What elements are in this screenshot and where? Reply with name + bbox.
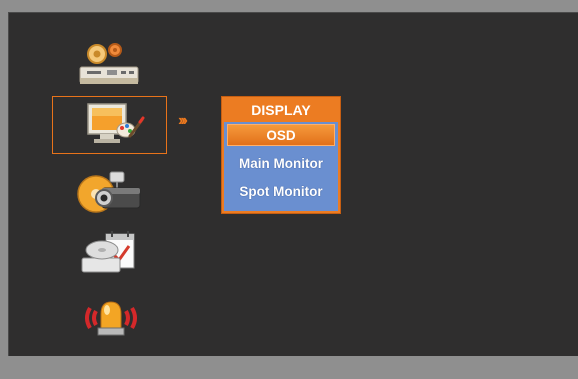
system-setup-icon[interactable]: [75, 40, 145, 92]
dvr-menu-screen: ››› DISPLAY OSD Main Monitor Spot Monito…: [0, 0, 578, 379]
submenu-list: OSD Main Monitor Spot Monitor: [224, 122, 338, 211]
submenu-title: DISPLAY: [251, 102, 311, 118]
camera-icon[interactable]: [72, 166, 142, 218]
display-submenu: DISPLAY OSD Main Monitor Spot Monitor: [221, 96, 341, 214]
submenu-item-main-monitor[interactable]: Main Monitor: [224, 151, 338, 177]
submenu-item-spot-monitor[interactable]: Spot Monitor: [224, 179, 338, 205]
record-schedule-icon[interactable]: [76, 228, 146, 280]
submenu-item-osd[interactable]: OSD: [227, 124, 335, 146]
submenu-arrow-icon: ›››: [178, 112, 188, 129]
alarm-icon[interactable]: [76, 290, 146, 342]
status-bar: [0, 356, 578, 379]
display-icon[interactable]: [80, 100, 150, 152]
